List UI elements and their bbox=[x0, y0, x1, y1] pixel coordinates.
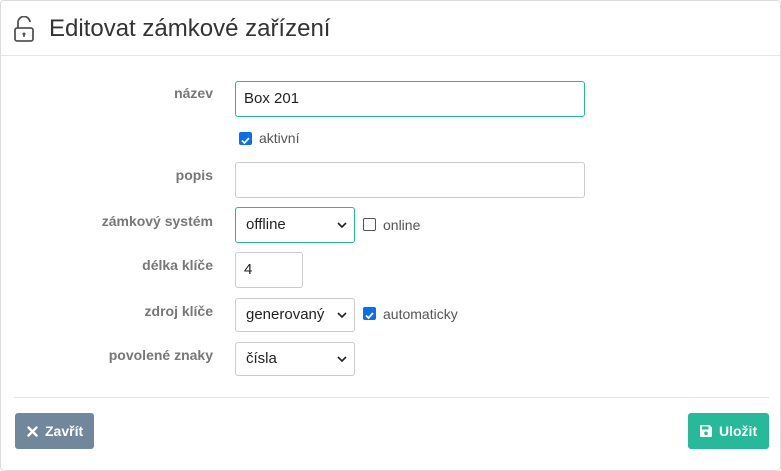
save-button[interactable]: Uložit bbox=[688, 413, 769, 449]
close-button-label: Zavřít bbox=[45, 423, 84, 439]
key-source-select[interactable]: generovaný bbox=[235, 298, 355, 332]
key-source-value: generovaný bbox=[246, 306, 325, 323]
allowed-chars-label: povolené znaky bbox=[108, 347, 213, 363]
page-title: Editovat zámkové zařízení bbox=[49, 15, 331, 42]
active-checkbox[interactable] bbox=[239, 132, 252, 145]
allowed-chars-value: čísla bbox=[246, 350, 277, 367]
online-checkbox[interactable] bbox=[363, 218, 376, 231]
chevron-down-icon bbox=[336, 343, 348, 375]
floppy-disk-icon bbox=[699, 424, 713, 438]
description-input[interactable] bbox=[235, 162, 585, 198]
close-icon bbox=[25, 424, 39, 438]
chevron-down-icon bbox=[336, 208, 348, 242]
save-button-label: Uložit bbox=[719, 423, 758, 439]
name-input[interactable]: Box 201 bbox=[235, 81, 585, 117]
automatic-checkbox[interactable] bbox=[363, 307, 376, 320]
lock-system-select[interactable]: offline bbox=[235, 207, 355, 243]
footer-divider bbox=[14, 397, 769, 398]
edit-lock-device-dialog: Editovat zámkové zařízení název Box 201 … bbox=[0, 0, 781, 471]
online-label: online bbox=[383, 217, 421, 233]
dialog-header: Editovat zámkové zařízení bbox=[1, 1, 780, 56]
lock-system-label: zámkový systém bbox=[101, 213, 213, 229]
description-label: popis bbox=[175, 167, 213, 183]
key-length-label: délka klíče bbox=[142, 257, 213, 273]
chevron-down-icon bbox=[336, 299, 348, 331]
active-label: aktivní bbox=[259, 130, 300, 146]
allowed-chars-select[interactable]: čísla bbox=[235, 342, 355, 376]
automatic-label: automaticky bbox=[383, 306, 458, 322]
unlock-icon bbox=[14, 16, 34, 42]
name-label: název bbox=[174, 85, 213, 101]
close-button[interactable]: Zavřít bbox=[15, 413, 94, 449]
check-icon bbox=[365, 312, 374, 320]
check-icon bbox=[241, 137, 250, 145]
key-length-input[interactable]: 4 bbox=[235, 252, 303, 288]
key-source-label: zdroj klíče bbox=[144, 303, 213, 319]
lock-system-value: offline bbox=[246, 216, 286, 233]
